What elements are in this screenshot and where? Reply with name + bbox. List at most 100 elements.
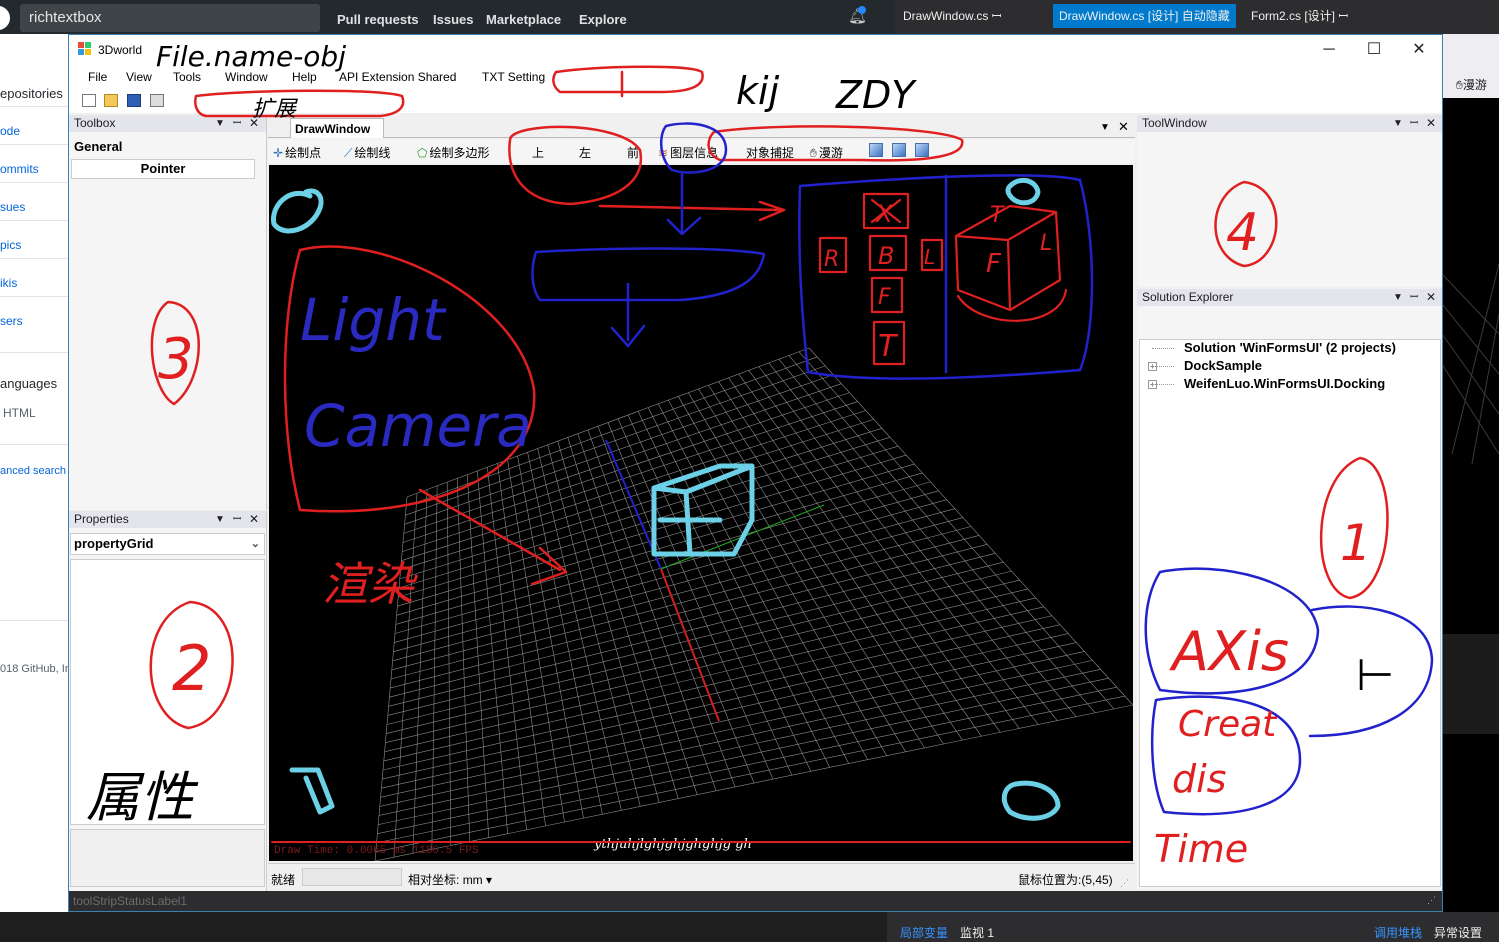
close-icon[interactable]: ✕ <box>249 511 259 528</box>
sidebar-users[interactable]: sers <box>0 314 23 328</box>
close-icon[interactable]: ✕ <box>1118 119 1129 135</box>
sidebar-code[interactable]: ode <box>0 124 20 138</box>
tab-exception-settings[interactable]: 异常设置 <box>1434 924 1482 941</box>
nav-marketplace[interactable]: Marketplace <box>486 12 561 27</box>
image-tool-icon[interactable] <box>892 143 906 157</box>
new-file-icon[interactable] <box>82 94 96 107</box>
property-grid[interactable] <box>70 559 265 825</box>
tree-item-docking[interactable]: WeifenLuo.WinFormsUI.Docking <box>1184 376 1385 391</box>
view-left[interactable]: 左 <box>579 144 591 161</box>
sidebar-repositories[interactable]: epositories <box>0 86 63 101</box>
mouse-position: 鼠标位置为:(5,45) <box>1018 873 1113 887</box>
tool-draw-line[interactable]: ⟋ 绘制线 <box>344 144 390 161</box>
print-icon[interactable] <box>150 94 164 107</box>
sidebar-wikis[interactable]: ikis <box>0 276 17 290</box>
tool-object-snap[interactable]: 对象捕捉 <box>746 144 794 161</box>
object-selector[interactable]: propertyGrid ⌄ <box>70 533 265 555</box>
window-title: 3Dworld <box>98 43 143 57</box>
vs-tab-drawwindow-design[interactable]: DrawWindow.cs [设计] 自动隐藏 <box>1053 4 1236 28</box>
nav-explore[interactable]: Explore <box>579 12 627 27</box>
grid-line <box>758 366 1039 725</box>
app-statusbar: toolStripStatusLabel1 ⋰ <box>69 891 1442 911</box>
sidebar-topics[interactable]: pics <box>0 238 21 252</box>
chevron-down-icon: ⌄ <box>250 538 260 550</box>
image-tool-icon[interactable] <box>915 143 929 157</box>
tool-label: 前 <box>627 146 640 160</box>
nav-issues[interactable]: Issues <box>433 12 473 27</box>
menu-help[interactable]: Help <box>292 70 317 84</box>
menu-api-extension-shared[interactable]: API Extension Shared <box>339 70 456 84</box>
vs-tab-form2-design[interactable]: Form2.cs [设计] ꟷ <box>1245 4 1354 28</box>
dropdown-arrow-icon[interactable]: ▼ <box>215 511 225 528</box>
relative-coord-selector[interactable]: 相对坐标: mm ▾ <box>408 871 492 888</box>
toolbox-item-pointer[interactable]: Pointer <box>71 159 255 179</box>
resize-grip-icon[interactable]: ⋰ <box>1427 895 1436 906</box>
advanced-search-link[interactable]: anced search <box>0 465 66 477</box>
dropdown-arrow-icon[interactable]: ▼ <box>1393 115 1403 132</box>
toolbox-panel: Toolbox ▼ ꟷ ✕ General Pointer <box>69 115 267 510</box>
pin-icon[interactable]: ꟷ <box>233 511 241 528</box>
tool-draw-polygon[interactable]: ⬠ 绘制多边形 <box>417 144 489 161</box>
close-button[interactable]: ✕ <box>1396 35 1442 65</box>
solution-explorer-header[interactable]: Solution Explorer ▼ ꟷ ✕ <box>1137 289 1442 306</box>
sidebar-issues[interactable]: sues <box>0 200 25 214</box>
tab-locals[interactable]: 局部变量 <box>900 924 948 941</box>
tool-roam[interactable]: ✋︎ 漫游 <box>810 144 843 161</box>
tool-draw-point[interactable]: ✛ 绘制点 <box>273 144 321 161</box>
tree-item-solution[interactable]: Solution 'WinFormsUI' (2 projects) <box>1184 340 1396 355</box>
vs-tab-drawwindow-cs[interactable]: DrawWindow.cs ꟷ <box>897 4 1007 28</box>
y-axis <box>660 504 825 570</box>
save-icon[interactable] <box>127 94 141 107</box>
resize-grip-icon[interactable]: ⋰ <box>1120 878 1129 889</box>
preview-grid <box>1442 263 1499 734</box>
menu-txt-setting[interactable]: TXT Setting <box>482 70 545 84</box>
tool-label: 图层信息 <box>670 146 719 160</box>
solution-explorer-title: Solution Explorer <box>1142 290 1234 304</box>
app-icon <box>78 42 92 56</box>
roam-button[interactable]: ✋︎漫游 <box>1456 76 1487 93</box>
tree-item-docksample[interactable]: DockSample <box>1184 358 1262 373</box>
view-front[interactable]: 前 <box>627 144 639 161</box>
app-window: 3Dworld ─ ☐ ✕ File View Tools Window Hel… <box>68 34 1443 912</box>
viewport-scene <box>374 347 1133 861</box>
menu-tools[interactable]: Tools <box>173 70 201 84</box>
toolbox-header[interactable]: Toolbox ▼ ꟷ ✕ <box>69 115 266 132</box>
notification-dot <box>858 6 866 14</box>
dropdown-arrow-icon[interactable]: ▼ <box>1100 122 1110 133</box>
menu-view[interactable]: View <box>126 70 152 84</box>
dropdown-arrow-icon[interactable]: ▼ <box>215 115 225 132</box>
tab-call-stack[interactable]: 调用堆栈 <box>1374 924 1422 941</box>
property-description <box>70 829 265 887</box>
title-bar[interactable]: 3Dworld ─ ☐ ✕ <box>69 35 1442 65</box>
pin-icon[interactable]: ꟷ <box>1410 289 1418 306</box>
tab-watch-1[interactable]: 监视 1 <box>960 924 994 941</box>
pin-icon[interactable]: ꟷ <box>1410 115 1418 132</box>
open-folder-icon[interactable] <box>104 94 118 107</box>
close-icon[interactable]: ✕ <box>249 115 259 132</box>
grid-line <box>778 358 1077 717</box>
maximize-button[interactable]: ☐ <box>1351 35 1397 65</box>
menu-file[interactable]: File <box>88 70 107 84</box>
nav-pull-requests[interactable]: Pull requests <box>337 12 419 27</box>
view-top[interactable]: 上 <box>532 144 544 161</box>
menu-window[interactable]: Window <box>225 70 268 84</box>
language-html[interactable]: HTML <box>3 406 36 420</box>
toolwindow-header[interactable]: ToolWindow ▼ ꟷ ✕ <box>1137 115 1442 132</box>
grid-line <box>788 355 1096 713</box>
tool-layer-info[interactable]: ≋ 图层信息 <box>658 144 718 161</box>
vs-tab-label: DrawWindow.cs <box>903 9 989 23</box>
pin-icon[interactable]: ꟷ <box>233 115 241 132</box>
repo-name-field[interactable]: richtextbox <box>20 4 320 32</box>
pin-icon: ꟷ <box>991 9 1002 23</box>
properties-header[interactable]: Properties ▼ ꟷ ✕ <box>69 511 266 528</box>
close-icon[interactable]: ✕ <box>1426 115 1436 132</box>
ground-grid <box>374 347 1133 861</box>
3d-viewport[interactable]: Draw Time: 0.0065 ms 1180.5 FPS ythjuhjl… <box>269 165 1133 861</box>
close-icon[interactable]: ✕ <box>1426 289 1436 306</box>
image-tool-icon[interactable] <box>869 143 883 157</box>
dropdown-arrow-icon[interactable]: ▼ <box>1393 289 1403 306</box>
tab-drawwindow[interactable]: DrawWindow <box>290 118 384 138</box>
minimize-button[interactable]: ─ <box>1306 35 1352 65</box>
toolbox-group-general[interactable]: General <box>74 139 122 154</box>
sidebar-commits[interactable]: ommits <box>0 162 39 176</box>
